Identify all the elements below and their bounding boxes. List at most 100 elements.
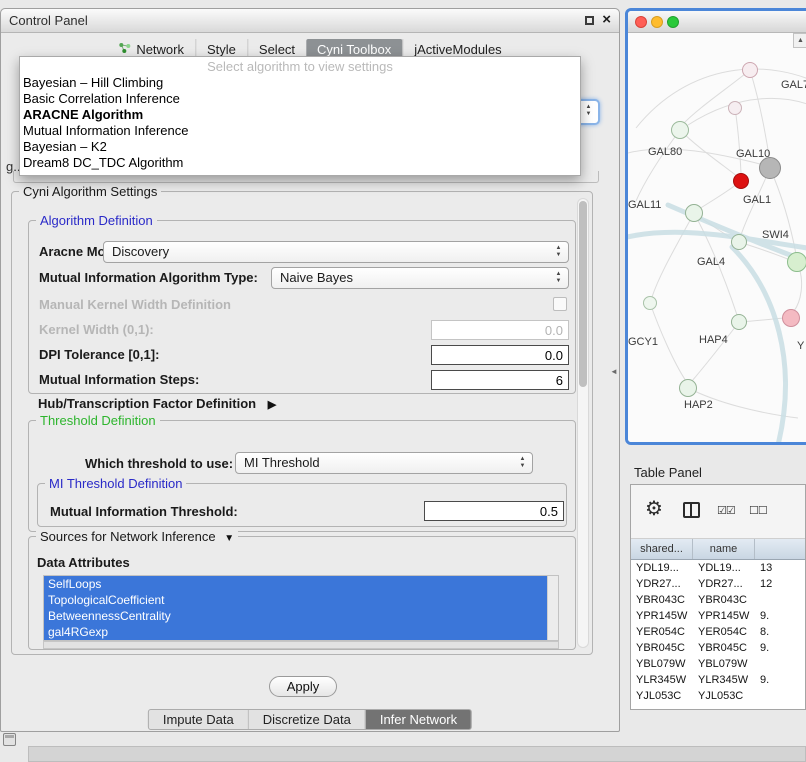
collapse-triangle-icon[interactable]: ▼ [224, 533, 234, 544]
table-row[interactable]: YBR045CYBR045C9. [631, 640, 805, 656]
splitter-handle-icon[interactable]: ◄ [610, 367, 618, 376]
table-cell[interactable] [755, 592, 805, 608]
network-node[interactable] [685, 204, 703, 222]
table-cell[interactable]: YBR045C [693, 640, 755, 656]
list-vertical-scrollbar[interactable] [547, 576, 558, 640]
table-row[interactable]: YPR145WYPR145W9. [631, 608, 805, 624]
table-cell[interactable]: YPR145W [631, 608, 693, 624]
table-cell[interactable]: YDR27... [631, 576, 693, 592]
column-chooser-icon[interactable] [683, 502, 700, 518]
column-header[interactable] [755, 539, 805, 559]
network-node[interactable] [679, 379, 697, 397]
table-cell[interactable]: YBR045C [631, 640, 693, 656]
attribute-item[interactable]: BetweennessCentrality [44, 608, 547, 624]
table-cell[interactable]: YJL053C [631, 688, 693, 704]
table-row[interactable]: YER054CYER054C8. [631, 624, 805, 640]
mi-steps-input[interactable] [431, 370, 569, 390]
network-node[interactable] [731, 234, 747, 250]
algorithm-option[interactable]: Bayesian – Hill Climbing [20, 75, 580, 91]
algorithm-option[interactable]: Bayesian – K2 [20, 139, 580, 155]
table-cell[interactable]: YER054C [631, 624, 693, 640]
network-node[interactable] [759, 157, 781, 179]
algorithm-dropdown-list: Bayesian – Hill ClimbingBasic Correlatio… [20, 75, 580, 171]
minimize-traffic-light-icon[interactable] [651, 16, 663, 28]
table-cell[interactable] [755, 656, 805, 672]
which-threshold-combo[interactable]: MI Threshold ▲▼ [235, 452, 533, 474]
network-node[interactable] [728, 101, 742, 115]
kernel-width-input[interactable] [431, 320, 569, 340]
panel-toggle-icon[interactable] [3, 733, 16, 746]
table-cell[interactable]: YDL19... [693, 560, 755, 576]
table-cell[interactable]: YER054C [693, 624, 755, 640]
vertical-scrollbar[interactable] [577, 198, 589, 648]
table-row[interactable]: YBR043CYBR043C [631, 592, 805, 608]
hub-transcription-factor-section[interactable]: Hub/Transcription Factor Definition ▶ [38, 396, 276, 411]
table-cell[interactable]: YLR345W [693, 672, 755, 688]
network-node[interactable] [731, 314, 747, 330]
table-row[interactable]: YDR27...YDR27...12 [631, 576, 805, 592]
algorithm-option[interactable]: Basic Correlation Inference [20, 91, 580, 107]
table-row[interactable]: YBL079WYBL079W [631, 656, 805, 672]
table-cell[interactable]: YLR345W [631, 672, 693, 688]
tab-impute-data[interactable]: Impute Data [149, 710, 248, 729]
table-row[interactable]: YLR345WYLR345W9. [631, 672, 805, 688]
table-cell[interactable]: 12 [755, 576, 805, 592]
attribute-item[interactable]: gal4RGexp [44, 624, 547, 640]
attribute-item[interactable]: SelfLoops [44, 576, 547, 592]
table-cell[interactable]: YBL079W [631, 656, 693, 672]
table-cell[interactable]: YBR043C [631, 592, 693, 608]
network-node[interactable] [671, 121, 689, 139]
tab-discretize-data[interactable]: Discretize Data [248, 710, 365, 729]
algorithm-option[interactable]: Dream8 DC_TDC Algorithm [20, 155, 580, 171]
column-header[interactable]: name [693, 539, 755, 559]
scrollbar-thumb[interactable] [579, 201, 587, 387]
mi-algorithm-type-combo[interactable]: Naive Bayes ▲▼ [271, 267, 569, 289]
aracne-mode-combo[interactable]: Discovery ▲▼ [103, 241, 569, 263]
clear-all-checkboxes-icon[interactable]: ☐☐ [749, 504, 767, 517]
gear-icon[interactable]: ⚙ [645, 496, 663, 521]
table-cell[interactable]: 9. [755, 672, 805, 688]
apply-button[interactable]: Apply [269, 676, 337, 697]
table-cell[interactable]: 13 [755, 560, 805, 576]
scrollbar-up-arrow-icon[interactable]: ▲ [793, 33, 806, 48]
mi-threshold-input[interactable] [424, 501, 564, 521]
expand-triangle-icon[interactable]: ▶ [268, 399, 276, 411]
table-cell[interactable]: YBR043C [693, 592, 755, 608]
network-node[interactable] [643, 296, 657, 310]
network-node[interactable] [742, 62, 758, 78]
table-cell[interactable]: 8. [755, 624, 805, 640]
manual-kernel-width-checkbox[interactable] [553, 297, 567, 311]
network-node-label: GAL7 [781, 79, 806, 91]
tab-infer-network[interactable]: Infer Network [365, 710, 471, 729]
network-canvas[interactable]: ▲ GAL80GAL10GAL11GAL1SWI4GAL4GCY1HAP4HAP… [628, 33, 806, 442]
control-panel-titlebar[interactable]: Control Panel × [1, 9, 619, 33]
table-cell[interactable]: YBL079W [693, 656, 755, 672]
table-row[interactable]: YDL19...YDL19...13 [631, 560, 805, 576]
dpi-tolerance-input[interactable] [431, 345, 569, 365]
network-node[interactable] [787, 252, 806, 272]
table-cell[interactable]: YDR27... [693, 576, 755, 592]
close-traffic-light-icon[interactable] [635, 16, 647, 28]
table-cell[interactable]: YPR145W [693, 608, 755, 624]
list-horizontal-scrollbar[interactable] [43, 641, 559, 649]
table-cell[interactable]: 9. [755, 608, 805, 624]
table-row[interactable]: YJL053CYJL053C [631, 688, 805, 704]
float-window-icon[interactable] [585, 16, 594, 25]
table-cell[interactable] [755, 688, 805, 704]
algorithm-option[interactable]: Mutual Information Inference [20, 123, 580, 139]
attribute-item[interactable]: TopologicalCoefficient [44, 592, 547, 608]
table-cell[interactable]: YJL053C [693, 688, 755, 704]
combo-value: Discovery [112, 244, 169, 259]
network-node[interactable] [733, 173, 749, 189]
zoom-traffic-light-icon[interactable] [667, 16, 679, 28]
data-attributes-list[interactable]: SelfLoopsTopologicalCoefficientBetweenne… [43, 575, 559, 641]
close-icon[interactable]: × [602, 11, 611, 28]
table-cell[interactable]: YDL19... [631, 560, 693, 576]
algorithm-option[interactable]: ARACNE Algorithm [20, 107, 580, 123]
network-node[interactable] [782, 309, 800, 327]
sources-group: Sources for Network Inference ▼ Data Att… [28, 536, 576, 650]
table-cell[interactable]: 9. [755, 640, 805, 656]
network-window-titlebar[interactable] [628, 11, 806, 33]
select-all-checkboxes-icon[interactable]: ☑☑ [717, 504, 735, 517]
column-header[interactable]: shared... [631, 539, 693, 559]
